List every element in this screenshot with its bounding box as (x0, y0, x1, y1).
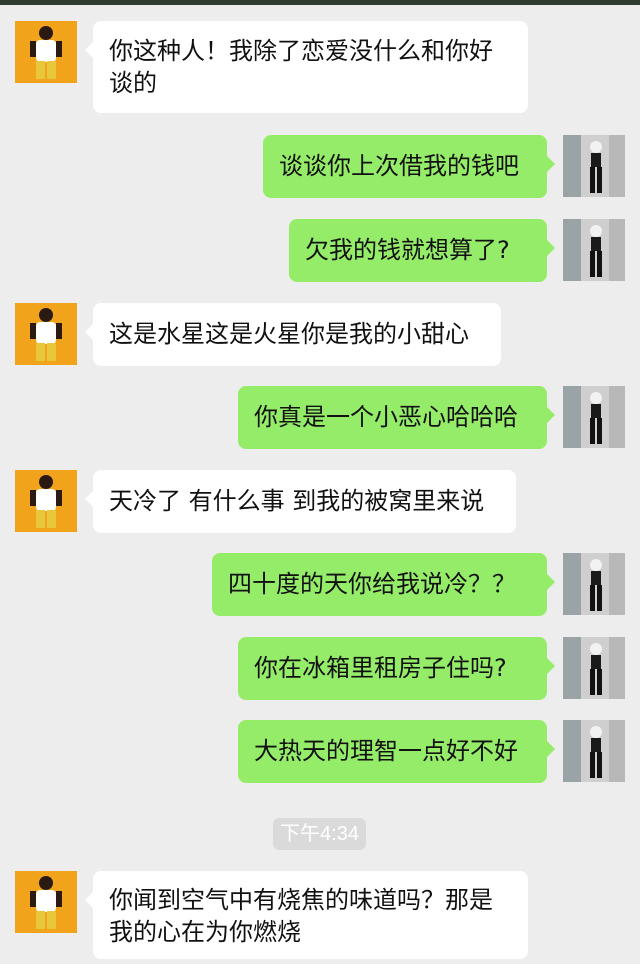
status-bar-strip (0, 0, 640, 5)
avatar[interactable] (563, 553, 625, 615)
avatar[interactable] (563, 135, 625, 197)
avatar-woman-photo-icon (563, 720, 625, 782)
message-bubble-sent[interactable]: 谈谈你上次借我的钱吧 (263, 135, 555, 198)
avatar-woman-photo-icon (563, 553, 625, 615)
avatar-man-yellow-icon (15, 21, 77, 83)
message-text: 欠我的钱就想算了? (305, 236, 510, 264)
message-text: 你闻到空气中有烧焦的味道吗？那是我的心在为你燃烧 (109, 886, 493, 946)
message-bubble-sent[interactable]: 四十度的天你给我说冷？？ (212, 553, 555, 616)
avatar[interactable] (563, 219, 625, 281)
avatar-man-yellow-icon (15, 871, 77, 933)
message-text: 这是水星这是火星你是我的小甜心 (109, 320, 469, 348)
message-bubble-sent[interactable]: 大热天的理智一点好不好 (238, 720, 555, 783)
avatar-man-yellow-icon (15, 303, 77, 365)
message-bubble-received[interactable]: 这是水星这是火星你是我的小甜心 (85, 303, 501, 366)
avatar-man-yellow-icon (15, 470, 77, 532)
avatar[interactable] (563, 720, 625, 782)
message-text: 你真是一个小恶心哈哈哈 (254, 403, 518, 431)
message-text: 天冷了 有什么事 到我的被窝里来说 (109, 487, 485, 515)
avatar[interactable] (563, 637, 625, 699)
avatar-woman-photo-icon (563, 135, 625, 197)
message-text: 四十度的天你给我说冷？？ (228, 570, 516, 598)
avatar-woman-photo-icon (563, 637, 625, 699)
message-bubble-sent[interactable]: 你真是一个小恶心哈哈哈 (238, 386, 555, 449)
message-bubble-received[interactable]: 你闻到空气中有烧焦的味道吗？那是我的心在为你燃烧 (85, 871, 528, 959)
message-bubble-sent[interactable]: 欠我的钱就想算了? (289, 219, 555, 282)
avatar[interactable] (15, 871, 77, 933)
message-text: 你在冰箱里租房子住吗? (254, 654, 507, 682)
message-bubble-sent[interactable]: 你在冰箱里租房子住吗? (238, 637, 555, 700)
avatar[interactable] (15, 303, 77, 365)
avatar[interactable] (15, 470, 77, 532)
avatar-woman-photo-icon (563, 386, 625, 448)
message-bubble-received[interactable]: 你这种人！我除了恋爱没什么和你好谈的 (85, 21, 528, 113)
message-text: 谈谈你上次借我的钱吧 (279, 152, 519, 180)
avatar[interactable] (563, 386, 625, 448)
avatar-woman-photo-icon (563, 219, 625, 281)
timestamp-badge: 下午4:34 (273, 818, 366, 850)
message-text: 你这种人！我除了恋爱没什么和你好谈的 (109, 37, 493, 97)
message-bubble-received[interactable]: 天冷了 有什么事 到我的被窝里来说 (85, 470, 516, 533)
message-text: 大热天的理智一点好不好 (254, 737, 518, 765)
avatar[interactable] (15, 21, 77, 83)
